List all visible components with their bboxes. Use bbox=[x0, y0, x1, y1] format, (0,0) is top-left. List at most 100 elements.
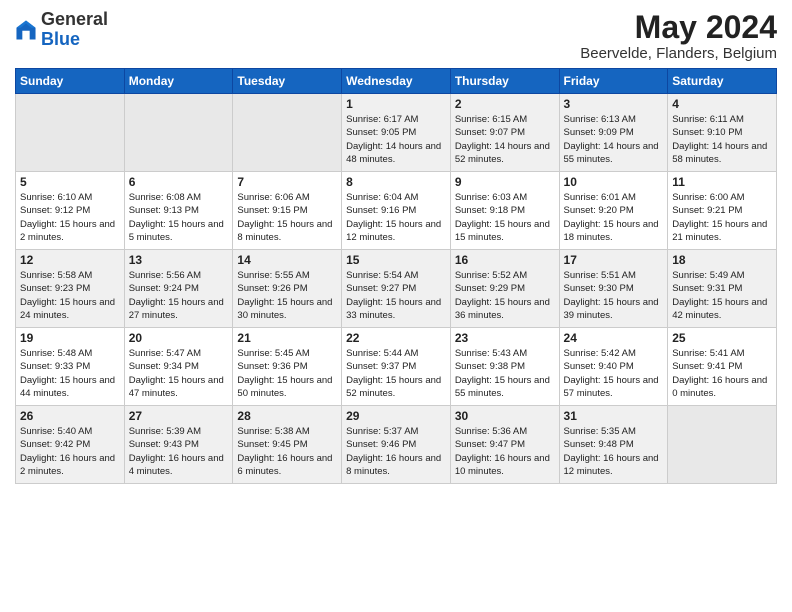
logo-general-text: General bbox=[41, 9, 108, 29]
day-number: 9 bbox=[455, 175, 555, 189]
day-info: Sunrise: 5:36 AM Sunset: 9:47 PM Dayligh… bbox=[455, 425, 555, 478]
day-number: 18 bbox=[672, 253, 772, 267]
day-info: Sunrise: 5:35 AM Sunset: 9:48 PM Dayligh… bbox=[564, 425, 664, 478]
calendar-cell: 13 Sunrise: 5:56 AM Sunset: 9:24 PM Dayli… bbox=[124, 250, 233, 328]
day-number: 8 bbox=[346, 175, 446, 189]
day-number: 13 bbox=[129, 253, 229, 267]
calendar-week-row: 19 Sunrise: 5:48 AM Sunset: 9:33 PM Dayli… bbox=[16, 328, 777, 406]
calendar-cell: 27Sunrise: 5:39 AM Sunset: 9:43 PM Dayli… bbox=[124, 406, 233, 484]
day-number: 3 bbox=[564, 97, 664, 111]
day-number: 30 bbox=[455, 409, 555, 423]
day-info: Sunrise: 5:44 AM Sunset: 9:37 PM Dayligh… bbox=[346, 347, 446, 400]
day-number: 16 bbox=[455, 253, 555, 267]
calendar-table: SundayMondayTuesdayWednesdayThursdayFrid… bbox=[15, 68, 777, 484]
calendar-cell: 26Sunrise: 5:40 AM Sunset: 9:42 PM Dayli… bbox=[16, 406, 125, 484]
day-header-saturday: Saturday bbox=[668, 69, 777, 94]
day-info: Sunrise: 5:38 AM Sunset: 9:45 PM Dayligh… bbox=[237, 425, 337, 478]
calendar-cell: 25 Sunrise: 5:41 AM Sunset: 9:41 PM Dayli… bbox=[668, 328, 777, 406]
logo-blue-text: Blue bbox=[41, 29, 80, 49]
day-info: Sunrise: 6:11 AM Sunset: 9:10 PM Dayligh… bbox=[672, 113, 772, 166]
day-number: 15 bbox=[346, 253, 446, 267]
day-number: 5 bbox=[20, 175, 120, 189]
day-info: Sunrise: 5:54 AM Sunset: 9:27 PM Dayligh… bbox=[346, 269, 446, 322]
calendar-cell: 17Sunrise: 5:51 AM Sunset: 9:30 PM Dayli… bbox=[559, 250, 668, 328]
calendar-cell: 12 Sunrise: 5:58 AM Sunset: 9:23 PM Dayli… bbox=[16, 250, 125, 328]
day-header-thursday: Thursday bbox=[450, 69, 559, 94]
day-number: 12 bbox=[20, 253, 120, 267]
calendar-cell: 8 Sunrise: 6:04 AM Sunset: 9:16 PM Daylig… bbox=[342, 172, 451, 250]
day-number: 27 bbox=[129, 409, 229, 423]
calendar-cell: 5Sunrise: 6:10 AM Sunset: 9:12 PM Daylig… bbox=[16, 172, 125, 250]
calendar-cell: 20 Sunrise: 5:47 AM Sunset: 9:34 PM Dayli… bbox=[124, 328, 233, 406]
day-number: 20 bbox=[129, 331, 229, 345]
day-header-wednesday: Wednesday bbox=[342, 69, 451, 94]
day-info: Sunrise: 5:52 AM Sunset: 9:29 PM Dayligh… bbox=[455, 269, 555, 322]
day-info: Sunrise: 6:01 AM Sunset: 9:20 PM Dayligh… bbox=[564, 191, 664, 244]
calendar-cell: 14Sunrise: 5:55 AM Sunset: 9:26 PM Dayli… bbox=[233, 250, 342, 328]
title-block: May 2024 Beervelde, Flanders, Belgium bbox=[580, 10, 777, 62]
calendar-cell: 30 Sunrise: 5:36 AM Sunset: 9:47 PM Dayli… bbox=[450, 406, 559, 484]
day-number: 21 bbox=[237, 331, 337, 345]
day-number: 31 bbox=[564, 409, 664, 423]
day-number: 11 bbox=[672, 175, 772, 189]
day-header-tuesday: Tuesday bbox=[233, 69, 342, 94]
day-number: 14 bbox=[237, 253, 337, 267]
day-number: 25 bbox=[672, 331, 772, 345]
day-number: 19 bbox=[20, 331, 120, 345]
day-number: 6 bbox=[129, 175, 229, 189]
calendar-cell: 16 Sunrise: 5:52 AM Sunset: 9:29 PM Dayli… bbox=[450, 250, 559, 328]
day-info: Sunrise: 5:47 AM Sunset: 9:34 PM Dayligh… bbox=[129, 347, 229, 400]
calendar-cell: 9 Sunrise: 6:03 AM Sunset: 9:18 PM Daylig… bbox=[450, 172, 559, 250]
calendar-cell: 15 Sunrise: 5:54 AM Sunset: 9:27 PM Dayli… bbox=[342, 250, 451, 328]
header: General Blue May 2024 Beervelde, Flander… bbox=[15, 10, 777, 62]
day-info: Sunrise: 6:04 AM Sunset: 9:16 PM Dayligh… bbox=[346, 191, 446, 244]
calendar-cell: 23Sunrise: 5:43 AM Sunset: 9:38 PM Dayli… bbox=[450, 328, 559, 406]
day-info: Sunrise: 6:08 AM Sunset: 9:13 PM Dayligh… bbox=[129, 191, 229, 244]
calendar-cell: 24 Sunrise: 5:42 AM Sunset: 9:40 PM Dayli… bbox=[559, 328, 668, 406]
day-info: Sunrise: 6:00 AM Sunset: 9:21 PM Dayligh… bbox=[672, 191, 772, 244]
day-number: 2 bbox=[455, 97, 555, 111]
calendar-cell bbox=[124, 94, 233, 172]
day-header-monday: Monday bbox=[124, 69, 233, 94]
calendar-cell: 22Sunrise: 5:44 AM Sunset: 9:37 PM Dayli… bbox=[342, 328, 451, 406]
day-number: 4 bbox=[672, 97, 772, 111]
day-info: Sunrise: 5:58 AM Sunset: 9:23 PM Dayligh… bbox=[20, 269, 120, 322]
day-header-sunday: Sunday bbox=[16, 69, 125, 94]
calendar-cell bbox=[233, 94, 342, 172]
day-info: Sunrise: 6:17 AM Sunset: 9:05 PM Dayligh… bbox=[346, 113, 446, 166]
calendar-cell: 21 Sunrise: 5:45 AM Sunset: 9:36 PM Dayli… bbox=[233, 328, 342, 406]
calendar-cell: 18Sunrise: 5:49 AM Sunset: 9:31 PM Dayli… bbox=[668, 250, 777, 328]
calendar-cell: 29Sunrise: 5:37 AM Sunset: 9:46 PM Dayli… bbox=[342, 406, 451, 484]
day-info: Sunrise: 6:15 AM Sunset: 9:07 PM Dayligh… bbox=[455, 113, 555, 166]
day-number: 17 bbox=[564, 253, 664, 267]
calendar-cell: 1Sunrise: 6:17 AM Sunset: 9:05 PM Daylig… bbox=[342, 94, 451, 172]
calendar-cell: 10 Sunrise: 6:01 AM Sunset: 9:20 PM Dayli… bbox=[559, 172, 668, 250]
calendar-week-row: 12 Sunrise: 5:58 AM Sunset: 9:23 PM Dayli… bbox=[16, 250, 777, 328]
day-info: Sunrise: 5:40 AM Sunset: 9:42 PM Dayligh… bbox=[20, 425, 120, 478]
day-number: 24 bbox=[564, 331, 664, 345]
calendar-cell: 3 Sunrise: 6:13 AM Sunset: 9:09 PM Daylig… bbox=[559, 94, 668, 172]
calendar-week-row: 26Sunrise: 5:40 AM Sunset: 9:42 PM Dayli… bbox=[16, 406, 777, 484]
day-info: Sunrise: 6:03 AM Sunset: 9:18 PM Dayligh… bbox=[455, 191, 555, 244]
calendar-cell: 28 Sunrise: 5:38 AM Sunset: 9:45 PM Dayli… bbox=[233, 406, 342, 484]
page: General Blue May 2024 Beervelde, Flander… bbox=[0, 0, 792, 612]
logo-icon bbox=[15, 19, 37, 41]
day-info: Sunrise: 5:43 AM Sunset: 9:38 PM Dayligh… bbox=[455, 347, 555, 400]
day-info: Sunrise: 6:06 AM Sunset: 9:15 PM Dayligh… bbox=[237, 191, 337, 244]
day-info: Sunrise: 5:56 AM Sunset: 9:24 PM Dayligh… bbox=[129, 269, 229, 322]
day-number: 28 bbox=[237, 409, 337, 423]
day-info: Sunrise: 6:13 AM Sunset: 9:09 PM Dayligh… bbox=[564, 113, 664, 166]
calendar-cell bbox=[16, 94, 125, 172]
day-info: Sunrise: 5:42 AM Sunset: 9:40 PM Dayligh… bbox=[564, 347, 664, 400]
calendar-cell: 7Sunrise: 6:06 AM Sunset: 9:15 PM Daylig… bbox=[233, 172, 342, 250]
calendar-cell: 2 Sunrise: 6:15 AM Sunset: 9:07 PM Daylig… bbox=[450, 94, 559, 172]
day-info: Sunrise: 5:48 AM Sunset: 9:33 PM Dayligh… bbox=[20, 347, 120, 400]
day-number: 29 bbox=[346, 409, 446, 423]
calendar-cell: 6 Sunrise: 6:08 AM Sunset: 9:13 PM Daylig… bbox=[124, 172, 233, 250]
calendar-cell: 19 Sunrise: 5:48 AM Sunset: 9:33 PM Dayli… bbox=[16, 328, 125, 406]
day-info: Sunrise: 5:45 AM Sunset: 9:36 PM Dayligh… bbox=[237, 347, 337, 400]
day-info: Sunrise: 5:41 AM Sunset: 9:41 PM Dayligh… bbox=[672, 347, 772, 400]
day-number: 10 bbox=[564, 175, 664, 189]
calendar-week-row: 1Sunrise: 6:17 AM Sunset: 9:05 PM Daylig… bbox=[16, 94, 777, 172]
calendar-cell: 4 Sunrise: 6:11 AM Sunset: 9:10 PM Daylig… bbox=[668, 94, 777, 172]
